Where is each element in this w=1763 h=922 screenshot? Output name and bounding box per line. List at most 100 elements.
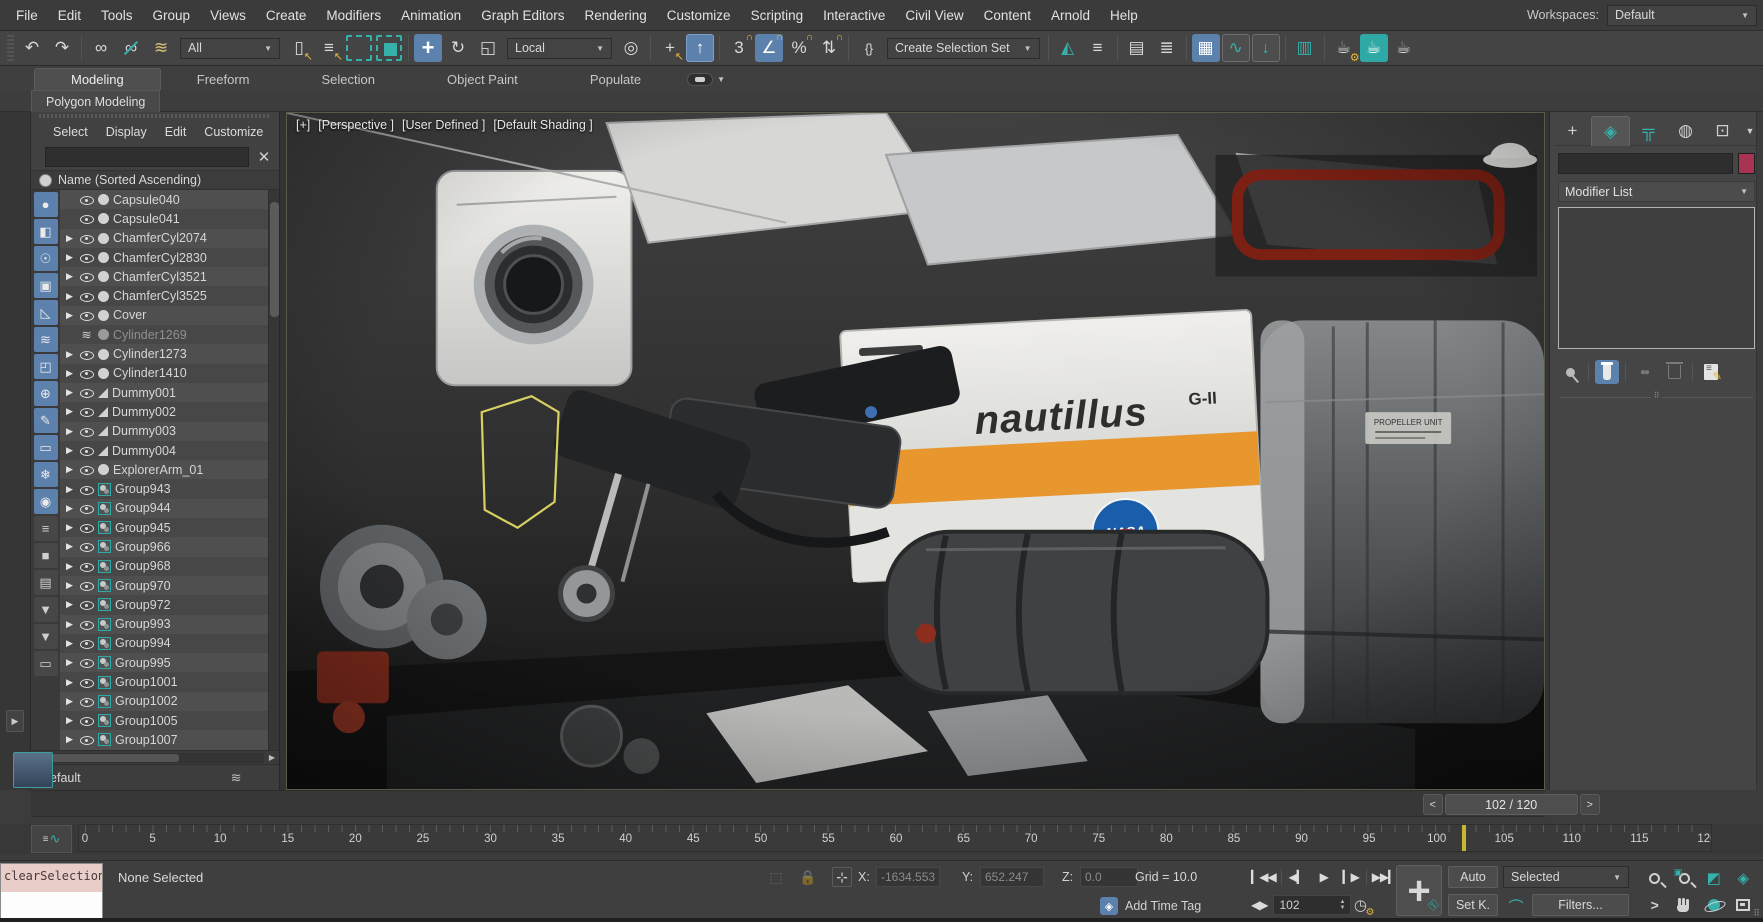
- hidden-filter-icon[interactable]: ◉: [34, 489, 58, 514]
- menu-content[interactable]: Content: [974, 0, 1041, 31]
- expand-arrow-icon[interactable]: ▶: [64, 368, 75, 379]
- list-item[interactable]: ▶Group1001: [60, 672, 268, 691]
- absolute-offset-mode-icon[interactable]: ⊹: [832, 867, 852, 887]
- list-item[interactable]: Capsule041: [60, 209, 268, 228]
- polygon-modeling-panel[interactable]: Polygon Modeling: [31, 90, 160, 112]
- default-tangent-icon[interactable]: ⌒: [1503, 895, 1529, 917]
- expand-arrow-icon[interactable]: ▶: [64, 541, 75, 552]
- visibility-eye-icon[interactable]: [79, 695, 94, 708]
- key-filters-button[interactable]: Filters...: [1532, 894, 1629, 916]
- visibility-eye-icon[interactable]: [79, 290, 94, 303]
- list-item[interactable]: ▶Group972: [60, 595, 268, 614]
- bones-filter-icon[interactable]: ✎: [34, 408, 58, 433]
- rendered-frame-window-icon[interactable]: ☕: [1360, 34, 1388, 62]
- visibility-eye-icon[interactable]: [79, 270, 94, 283]
- render-production-icon[interactable]: ☕: [1390, 34, 1418, 62]
- frozen-filter-icon[interactable]: ❄: [34, 462, 58, 487]
- list-item[interactable]: ▶Dummy003: [60, 422, 268, 441]
- z-coordinate-field[interactable]: [1080, 867, 1138, 887]
- toggle-layer-explorer-icon[interactable]: ≣: [1153, 34, 1181, 62]
- expand-arrow-icon[interactable]: ▶: [64, 387, 75, 398]
- select-and-link-icon[interactable]: ∞: [87, 34, 115, 62]
- maxscript-mini-listener[interactable]: clearSelection: [0, 863, 103, 920]
- shapes-filter-icon[interactable]: ◧: [34, 219, 58, 244]
- pin-stack-icon[interactable]: [1558, 360, 1582, 384]
- expand-arrow-icon[interactable]: ▶: [64, 310, 75, 321]
- cameras-filter-icon[interactable]: ▣: [34, 273, 58, 298]
- ribbon-display-options[interactable]: ▼: [687, 73, 725, 90]
- make-unique-icon[interactable]: ●●: [1632, 360, 1656, 384]
- menu-help[interactable]: Help: [1100, 0, 1148, 31]
- mirror-icon[interactable]: ◭: [1054, 34, 1082, 62]
- list-item[interactable]: ▶Group943: [60, 479, 268, 498]
- scrollbar-thumb[interactable]: [270, 202, 279, 317]
- tab-modify-icon[interactable]: ◈: [1591, 116, 1630, 146]
- expand-arrow-icon[interactable]: ▶: [64, 580, 75, 591]
- visibility-eye-icon[interactable]: [79, 232, 94, 245]
- reference-coordinate-system-dropdown[interactable]: Local▼: [507, 38, 612, 59]
- menu-views[interactable]: Views: [200, 0, 256, 31]
- scroll-right-icon[interactable]: ▶: [265, 753, 279, 762]
- visibility-eye-icon[interactable]: [79, 618, 94, 631]
- set-keys-button[interactable]: + ⚿: [1396, 865, 1442, 916]
- list-item[interactable]: ▶ExplorerArm_01: [60, 460, 268, 479]
- visibility-eye-icon[interactable]: [79, 405, 94, 418]
- containers-filter-icon[interactable]: ▭: [34, 435, 58, 460]
- visibility-eye-icon[interactable]: [79, 656, 94, 669]
- y-coordinate-field[interactable]: [980, 867, 1044, 887]
- list-item[interactable]: ▶Dummy004: [60, 441, 268, 460]
- select-by-name-icon[interactable]: ≡: [315, 34, 343, 62]
- visibility-eye-icon[interactable]: [79, 521, 94, 534]
- visibility-eye-icon[interactable]: [79, 483, 94, 496]
- expand-arrow-icon[interactable]: ▶: [64, 484, 75, 495]
- list-item[interactable]: ▶Dummy002: [60, 402, 268, 421]
- expand-rail-button[interactable]: ▶: [6, 710, 24, 732]
- visibility-eye-icon[interactable]: [79, 193, 94, 206]
- curve-editor-icon[interactable]: ∿: [1222, 34, 1250, 62]
- listener-script-line[interactable]: [1, 892, 102, 919]
- expand-arrow-icon[interactable]: ▶: [64, 233, 75, 244]
- bind-to-space-warp-icon[interactable]: ≋: [147, 34, 175, 62]
- window-crossing-toggle-icon[interactable]: [376, 35, 402, 61]
- menu-edit[interactable]: Edit: [48, 0, 91, 31]
- visibility-eye-icon[interactable]: [79, 560, 94, 573]
- schematic-view-icon[interactable]: ↓: [1252, 34, 1280, 62]
- list-item[interactable]: ≋Cylinder1269: [60, 325, 268, 344]
- list-item[interactable]: ▶Group1005: [60, 711, 268, 730]
- expand-arrow-icon[interactable]: ▶: [64, 503, 75, 514]
- display-none-icon[interactable]: ≡: [34, 516, 58, 541]
- xrefs-filter-icon[interactable]: ⊕: [34, 381, 58, 406]
- named-selection-sets-dropdown[interactable]: Create Selection Set▼: [887, 38, 1040, 59]
- list-item[interactable]: ▶ChamferCyl2830: [60, 248, 268, 267]
- scrollbar-thumb[interactable]: [48, 754, 179, 762]
- visibility-eye-icon[interactable]: [79, 212, 94, 225]
- menu-customize[interactable]: Customize: [657, 0, 741, 31]
- visibility-eye-icon[interactable]: [79, 367, 94, 380]
- menu-animation[interactable]: Animation: [391, 0, 471, 31]
- auto-key-button[interactable]: Auto: [1448, 866, 1498, 888]
- expand-arrow-icon[interactable]: ▶: [64, 696, 75, 707]
- list-item[interactable]: ▶Group945: [60, 518, 268, 537]
- perspective-viewport[interactable]: [+] [Perspective ] [User Defined ] [Defa…: [286, 112, 1545, 790]
- redo-icon[interactable]: ↷: [48, 34, 76, 62]
- viewport-menu-shading[interactable]: [Default Shading ]: [493, 118, 592, 132]
- tab-hierarchy-icon[interactable]: ╦: [1630, 116, 1667, 146]
- visibility-eye-icon[interactable]: [79, 348, 94, 361]
- spinner-snap-toggle-icon[interactable]: ⇅: [815, 34, 843, 62]
- toggle-ribbon-icon[interactable]: ▦: [1192, 34, 1220, 62]
- geometry-filter-icon[interactable]: ●: [34, 192, 58, 217]
- explorer-menu-customize[interactable]: Customize: [196, 123, 271, 141]
- open-mini-curve-editor-button[interactable]: ≡ ∿: [31, 825, 72, 853]
- visibility-eye-icon[interactable]: [79, 425, 94, 438]
- list-item[interactable]: ▶Group966: [60, 537, 268, 556]
- expand-arrow-icon[interactable]: ▶: [64, 464, 75, 475]
- slate-material-editor-icon[interactable]: ▥: [1291, 34, 1319, 62]
- explorer-menu-select[interactable]: Select: [45, 123, 96, 141]
- tab-modeling[interactable]: Modeling: [34, 68, 161, 90]
- visibility-eye-icon[interactable]: [79, 637, 94, 650]
- menu-graph-editors[interactable]: Graph Editors: [471, 0, 574, 31]
- viewport-menu-general[interactable]: [+]: [296, 118, 310, 132]
- go-to-start-icon[interactable]: ▎◀◀: [1249, 866, 1278, 888]
- selection-collection-icon[interactable]: ▭: [34, 651, 58, 676]
- list-item[interactable]: ▶Cylinder1410: [60, 364, 268, 383]
